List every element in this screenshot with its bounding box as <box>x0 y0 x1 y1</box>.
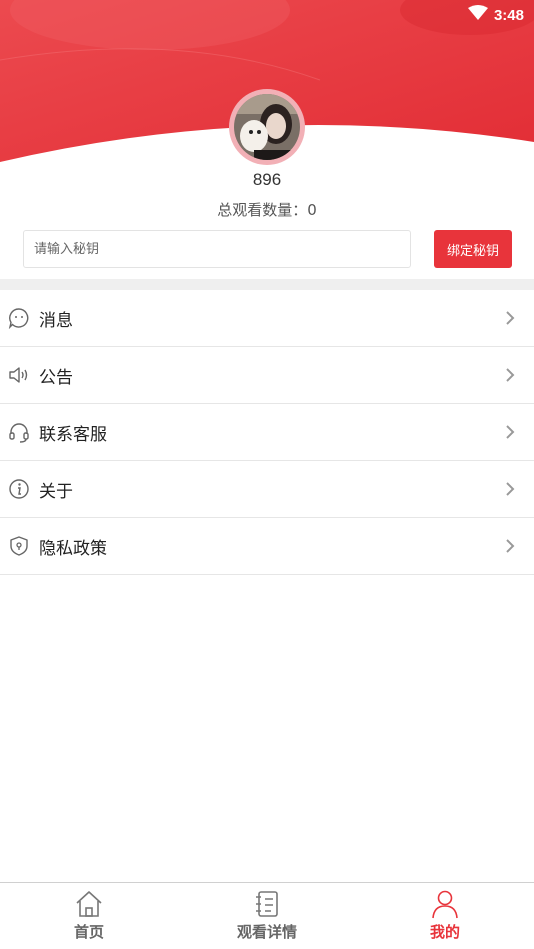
chevron-right-icon <box>504 538 516 554</box>
avatar-image <box>234 94 300 160</box>
person-icon <box>430 889 460 919</box>
tab-label: 我的 <box>429 923 460 941</box>
menu-item-label: 隐私政策 <box>39 538 107 559</box>
views-count: 总观看数量：0 <box>0 199 534 220</box>
shield-icon <box>8 535 30 557</box>
menu-item-label: 消息 <box>39 310 73 331</box>
status-bar: 3:48 <box>467 0 534 30</box>
settings-menu: 消息 公告 联系客服 关于 隐私政策 <box>0 290 534 575</box>
home-icon <box>74 889 104 919</box>
secret-key-input[interactable] <box>23 230 411 268</box>
tab-label: 首页 <box>73 923 104 941</box>
menu-item-announcement[interactable]: 公告 <box>0 347 534 404</box>
menu-item-privacy-policy[interactable]: 隐私政策 <box>0 518 534 575</box>
speaker-icon <box>8 364 30 386</box>
headset-icon <box>8 421 30 443</box>
message-icon <box>8 307 30 330</box>
wifi-icon <box>467 5 488 25</box>
username: 896 <box>252 170 282 189</box>
menu-item-label: 公告 <box>39 367 73 388</box>
menu-item-label: 关于 <box>39 481 73 502</box>
tab-home[interactable]: 首页 <box>0 883 178 949</box>
chevron-right-icon <box>504 424 516 440</box>
tab-watch-details[interactable]: 观看详情 <box>178 883 356 949</box>
bottom-tab-bar: 首页 观看详情 我的 <box>0 882 534 949</box>
notebook-icon <box>252 889 282 919</box>
tab-mine[interactable]: 我的 <box>356 883 534 949</box>
avatar[interactable] <box>229 89 305 165</box>
chevron-right-icon <box>504 367 516 383</box>
menu-item-about[interactable]: 关于 <box>0 461 534 518</box>
info-icon <box>8 478 30 500</box>
tab-label: 观看详情 <box>236 923 297 941</box>
views-label: 总观看数量： <box>217 201 308 219</box>
chevron-right-icon <box>504 310 516 326</box>
menu-item-message[interactable]: 消息 <box>0 290 534 347</box>
views-value: 0 <box>307 201 317 219</box>
bind-key-button[interactable]: 绑定秘钥 <box>434 230 512 268</box>
menu-item-label: 联系客服 <box>39 424 107 445</box>
status-time: 3:48 <box>493 6 524 24</box>
section-divider <box>0 279 534 290</box>
chevron-right-icon <box>504 481 516 497</box>
menu-item-customer-service[interactable]: 联系客服 <box>0 404 534 461</box>
